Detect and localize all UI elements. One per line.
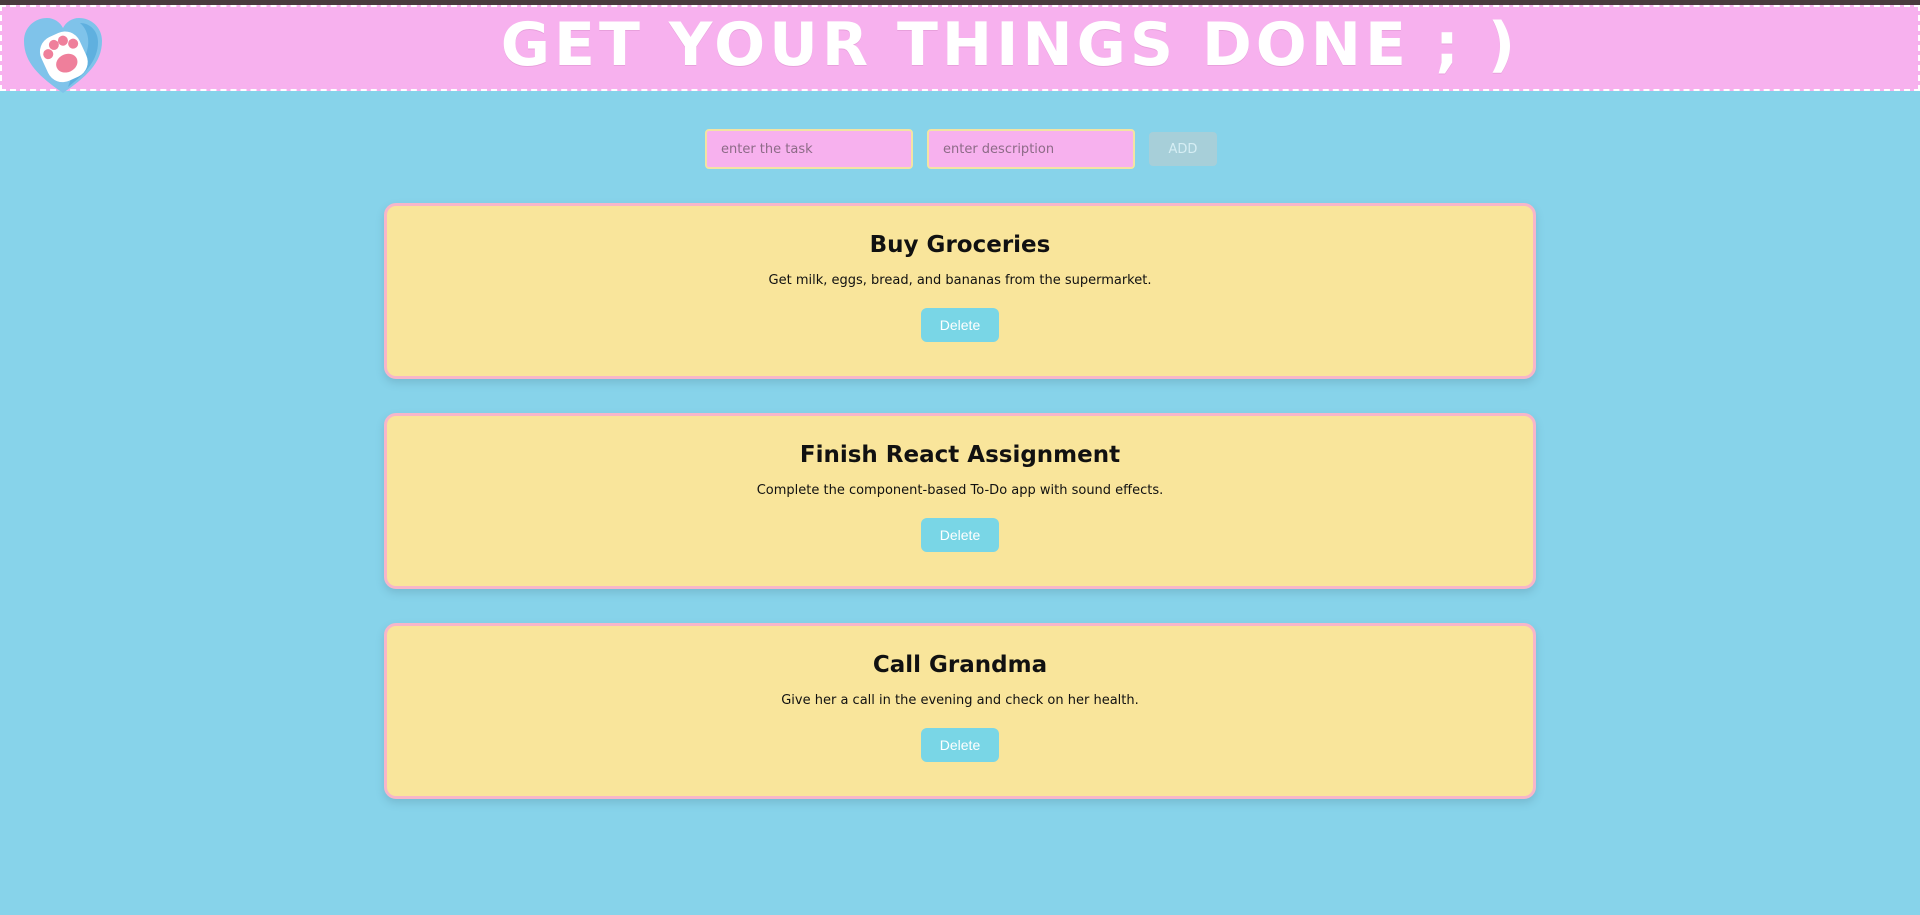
add-task-form: ADD	[705, 129, 1217, 169]
task-description-input[interactable]	[927, 129, 1135, 169]
delete-button[interactable]: Delete	[921, 517, 999, 552]
task-card: Call Grandma Give her a call in the even…	[384, 623, 1536, 799]
task-card: Buy Groceries Get milk, eggs, bread, and…	[384, 203, 1536, 379]
task-title-input[interactable]	[705, 129, 913, 169]
task-description: Give her a call in the evening and check…	[781, 692, 1139, 708]
delete-button[interactable]: Delete	[921, 727, 999, 762]
page-title: GET YOUR THINGS DONE ; )	[500, 10, 1520, 80]
task-title: Buy Groceries	[869, 232, 1051, 258]
task-card: Finish React Assignment Complete the com…	[384, 413, 1536, 589]
task-list: Buy Groceries Get milk, eggs, bread, and…	[384, 203, 1536, 833]
add-button[interactable]: ADD	[1149, 132, 1217, 166]
delete-button[interactable]: Delete	[921, 307, 999, 342]
task-description: Complete the component-based To-Do app w…	[756, 482, 1164, 498]
task-description: Get milk, eggs, bread, and bananas from …	[768, 272, 1152, 288]
task-title: Call Grandma	[872, 652, 1048, 678]
app-header: GET YOUR THINGS DONE ; )	[0, 5, 1920, 93]
task-title: Finish React Assignment	[799, 442, 1121, 468]
